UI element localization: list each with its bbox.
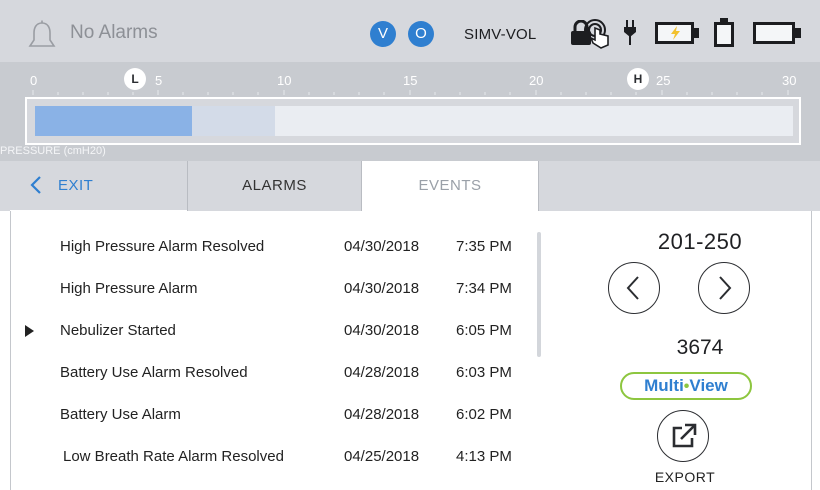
pressure-gauge: 0 5 10 15 20 25 30 L H PRESSURE (cmH20) [0,62,820,161]
panel-edge [811,211,812,490]
tick-label: 20 [529,73,544,88]
alarm-status-text: No Alarms [70,22,158,43]
event-time: 6:05 PM [456,322,512,339]
event-description: Battery Use Alarm Resolved [60,364,248,381]
event-time: 7:35 PM [456,238,512,255]
list-item[interactable]: Battery Use Alarm 04/28/2018 6:02 PM [11,392,531,434]
ventilation-mode: SIMV-VOL [464,26,537,43]
event-description: Nebulizer Started [60,322,176,339]
pressure-current-bar [35,106,192,136]
chevron-right-icon [719,276,732,300]
event-list: High Pressure Alarm Resolved 04/30/2018 … [11,211,541,490]
battery-full-icon [753,22,801,44]
event-list-scrollbar[interactable] [537,232,541,357]
chevron-left-icon [30,176,41,194]
tick-label: 10 [277,73,292,88]
mode-badge-o: O [408,21,434,47]
tick-label: 15 [403,73,418,88]
tab-alarms[interactable]: ALARMS [187,161,362,211]
multiview-label: Multi [644,376,684,395]
export-button[interactable] [657,410,709,462]
tick-label: 25 [656,73,671,88]
event-description: High Pressure Alarm [60,280,198,297]
ac-plug-icon [624,20,636,45]
tab-events[interactable]: EVENTS [362,161,539,211]
event-time: 6:03 PM [456,364,512,381]
previous-page-button[interactable] [608,262,660,314]
event-total-count: 3674 [676,336,724,359]
event-time: 7:34 PM [456,280,512,297]
list-item[interactable]: High Pressure Alarm Resolved 04/30/2018 … [11,224,531,266]
page-range: 201-250 [657,229,743,254]
export-label: EXPORT [654,469,716,485]
battery-portrait-icon [714,18,734,47]
event-date: 04/28/2018 [344,406,420,423]
list-item[interactable]: Battery Use Alarm Resolved 04/28/2018 6:… [11,350,531,392]
pressure-gauge-label: PRESSURE (cmH20) [0,145,106,157]
low-limit-marker: L [124,68,146,90]
list-item[interactable]: Low Breath Rate Alarm Resolved 04/25/201… [11,434,531,476]
battery-charging-icon [655,22,699,44]
event-time: 4:13 PM [456,448,512,465]
high-limit-marker: H [627,68,649,90]
tick-label: 0 [30,73,38,88]
external-link-icon [672,423,697,448]
chevron-left-icon [626,276,639,300]
event-date: 04/25/2018 [344,448,420,465]
tick-label: 30 [782,73,797,88]
list-item-selected[interactable]: Nebulizer Started 04/30/2018 6:05 PM [11,308,531,350]
tab-row: EXIT ALARMS EVENTS [0,161,820,212]
event-date: 04/30/2018 [344,238,420,255]
selection-caret-icon [25,325,34,337]
bell-icon [28,20,56,47]
pressure-bar-track [35,106,793,136]
touch-lock-icon[interactable] [580,18,616,50]
multiview-label: View [689,376,728,395]
exit-button[interactable]: EXIT [10,161,187,211]
event-date: 04/30/2018 [344,280,420,297]
event-time: 6:02 PM [456,406,512,423]
status-bar: No Alarms V O SIMV-VOL [0,0,820,63]
next-page-button[interactable] [698,262,750,314]
pressure-bar-frame [25,97,801,145]
multiview-button[interactable]: Multi•View [620,372,752,400]
event-description: High Pressure Alarm Resolved [60,238,265,255]
exit-label: EXIT [58,177,94,194]
event-date: 04/30/2018 [344,322,420,339]
mode-badge-v: V [370,21,396,47]
tick-label: 5 [155,73,163,88]
event-description: Battery Use Alarm [60,406,181,423]
list-item[interactable]: High Pressure Alarm 04/30/2018 7:34 PM [11,266,531,308]
event-description: Low Breath Rate Alarm Resolved [63,448,284,465]
event-date: 04/28/2018 [344,364,420,381]
